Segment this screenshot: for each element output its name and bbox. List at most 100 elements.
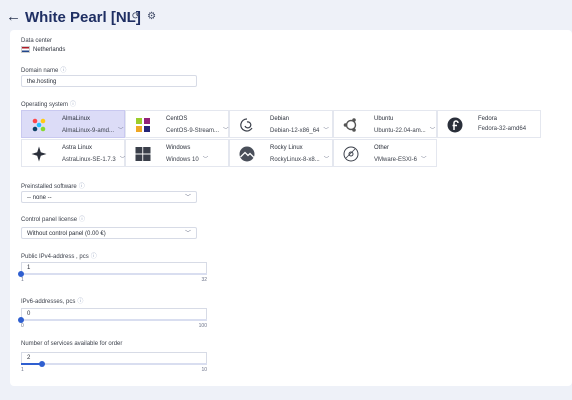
panel-label-text: Control panel license <box>21 217 78 223</box>
info-icon[interactable]: ⓘ <box>77 299 83 305</box>
almalinux-icon <box>32 118 46 132</box>
services-input[interactable]: 2 <box>21 352 207 363</box>
os-name: Rocky Linux <box>270 145 303 151</box>
refresh-icon[interactable]: ⟳ <box>132 11 140 22</box>
slider-min: 1 <box>21 277 24 283</box>
os-version-select[interactable]: AlmaLinux-9-amd... ﹀ <box>62 126 124 134</box>
ubuntu-icon <box>343 118 357 132</box>
datacenter-label: Data center <box>21 38 53 44</box>
slider-max: 100 <box>198 323 207 329</box>
chevron-down-icon: ﹀ <box>184 231 191 237</box>
gear-icon[interactable]: ⚙ <box>147 11 156 22</box>
os-name: Windows <box>166 145 191 151</box>
chevron-down-icon: ﹀ <box>184 195 191 201</box>
slider-thumb[interactable] <box>38 361 45 367</box>
os-version-select[interactable]: Ubuntu-22.04-am... ﹀ <box>374 126 435 134</box>
info-icon[interactable]: ⓘ <box>79 217 85 223</box>
slider-max: 32 <box>201 277 207 283</box>
os-version-select[interactable]: AstraLinux-SE-1.7.3 ﹀ <box>62 155 125 163</box>
os-label: Operating system ⓘ <box>21 99 76 108</box>
os-version: Debian-12-x86_64 <box>270 128 320 134</box>
info-icon[interactable]: ⓘ <box>91 254 97 260</box>
ipv6-label: IPv6-addresses, pcs ⓘ <box>21 296 83 305</box>
os-tile-windows[interactable]: Windows Windows 10 ﹀ <box>125 139 229 167</box>
debian-icon <box>240 118 253 132</box>
os-name: Other <box>374 145 390 151</box>
chevron-down-icon: ﹀ <box>118 128 124 134</box>
domain-label: Domain name ⓘ <box>21 65 66 74</box>
os-grid: AlmaLinux AlmaLinux-9-amd... ﹀ CentOS Cen… <box>21 110 541 167</box>
header-icons: ⟳ ⚙ <box>132 11 160 22</box>
os-tile-rocky-linux[interactable]: Rocky Linux RockyLinux-8-x8... ﹀ <box>229 139 333 167</box>
panel-label: Control panel license ⓘ <box>21 214 85 223</box>
os-version-text: Fedora-32-amd64 <box>478 126 527 132</box>
ipv6-label-text: IPv6-addresses, pcs <box>21 299 76 305</box>
os-version: RockyLinux-8-x8... <box>270 157 320 163</box>
os-name: CentOS <box>166 116 188 122</box>
os-name: AlmaLinux <box>62 116 91 122</box>
os-name: Ubuntu <box>374 116 394 122</box>
chevron-down-icon: ﹀ <box>421 157 427 163</box>
info-icon[interactable]: ⓘ <box>60 68 66 74</box>
fedora-icon <box>447 117 463 133</box>
os-version: CentOS-9-Stream... <box>166 128 220 134</box>
ipv6-input[interactable]: 0 <box>21 308 207 319</box>
info-icon[interactable]: ⓘ <box>70 102 76 108</box>
slider-min: 1 <box>21 367 24 373</box>
centos-icon <box>136 118 150 132</box>
domain-input[interactable]: the.hosting <box>21 75 197 87</box>
os-tile-ubuntu[interactable]: Ubuntu Ubuntu-22.04-am... ﹀ <box>333 110 437 138</box>
chevron-down-icon: ﹀ <box>429 128 436 134</box>
os-version: Windows 10 <box>166 157 199 163</box>
panel-value: Without control panel (0.00 €) <box>27 231 106 237</box>
os-version: AlmaLinux-9-amd... <box>62 128 115 134</box>
order-form: Data center Netherlands Domain name ⓘ the… <box>10 30 572 386</box>
os-tile-astra-linux[interactable]: Astra Linux AstraLinux-SE-1.7.3 ﹀ <box>21 139 125 167</box>
chevron-down-icon: ﹀ <box>323 157 330 163</box>
os-version-select[interactable]: CentOS-9-Stream... ﹀ <box>166 126 229 134</box>
os-version-select[interactable]: RockyLinux-8-x8... ﹀ <box>270 155 329 163</box>
os-label-text: Operating system <box>21 102 69 108</box>
info-icon[interactable]: ⓘ <box>79 184 85 190</box>
os-tile-other[interactable]: Other VMware-ESXI-6 ﹀ <box>333 139 437 167</box>
software-label-text: Preinstalled software <box>21 184 77 190</box>
datacenter-name: Netherlands <box>33 47 66 54</box>
os-version-select[interactable]: Windows 10 ﹀ <box>166 155 208 163</box>
software-value: -- none -- <box>27 195 52 201</box>
services-label: Number of services available for order <box>21 341 123 347</box>
os-version: Fedora-32-amd64 <box>478 126 526 132</box>
domain-label-text: Domain name <box>21 68 59 74</box>
os-name: Debian <box>270 116 290 122</box>
os-tile-fedora[interactable]: Fedora Fedora-32-amd64 <box>437 110 541 138</box>
os-tile-centos[interactable]: CentOS CentOS-9-Stream... ﹀ <box>125 110 229 138</box>
os-version: VMware-ESXI-6 <box>374 157 418 163</box>
ipv4-label-text: Public IPv4-address , pcs <box>21 254 89 260</box>
os-tile-debian[interactable]: Debian Debian-12-x86_64 ﹀ <box>229 110 333 138</box>
datacenter-value: Netherlands <box>21 46 65 53</box>
ipv4-input[interactable]: 1 <box>21 262 207 273</box>
os-name: Fedora <box>478 116 498 122</box>
os-version: AstraLinux-SE-1.7.3 <box>62 157 116 163</box>
software-label: Preinstalled software ⓘ <box>21 181 85 190</box>
slider-track[interactable] <box>18 271 207 277</box>
astra-linux-icon <box>31 146 47 162</box>
rocky-linux-icon <box>239 146 255 162</box>
slider-min: 0 <box>21 323 24 329</box>
disc-icon <box>343 146 359 162</box>
slider-track[interactable] <box>21 361 207 367</box>
slider-track[interactable] <box>18 317 207 323</box>
os-name: Astra Linux <box>62 145 93 151</box>
windows-icon <box>135 147 151 161</box>
os-tile-almalinux[interactable]: AlmaLinux AlmaLinux-9-amd... ﹀ <box>21 110 125 138</box>
flag-nl-icon <box>21 46 30 53</box>
os-version-select[interactable]: Debian-12-x86_64 ﹀ <box>270 126 329 134</box>
chevron-down-icon: ﹀ <box>202 157 209 163</box>
panel-select[interactable]: Without control panel (0.00 €) ﹀ <box>21 227 197 239</box>
slider-max: 10 <box>201 367 207 373</box>
chevron-down-icon: ﹀ <box>223 128 229 134</box>
chevron-down-icon: ﹀ <box>323 128 329 134</box>
os-version: Ubuntu-22.04-am... <box>374 128 426 134</box>
os-version-select[interactable]: VMware-ESXI-6 ﹀ <box>374 155 427 163</box>
software-select[interactable]: -- none -- ﹀ <box>21 191 197 203</box>
arrow-left-icon[interactable]: ← <box>6 8 21 25</box>
